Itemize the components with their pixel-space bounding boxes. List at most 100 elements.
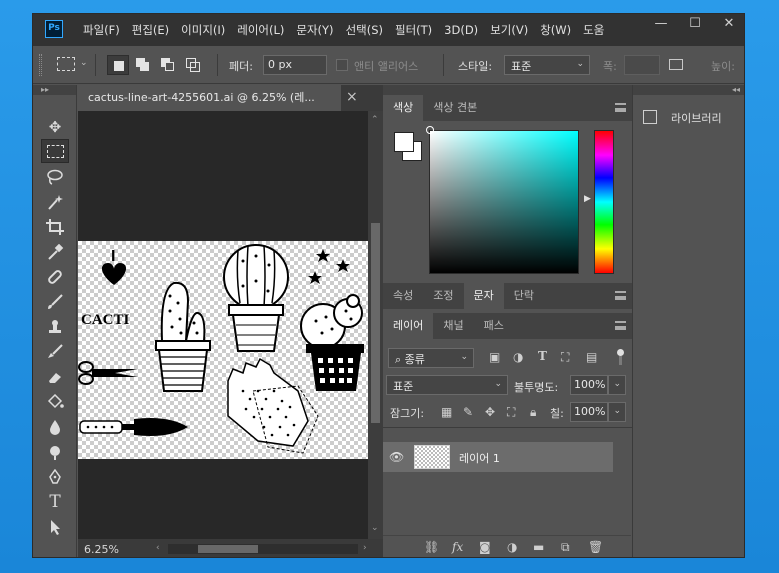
lock-position-icon[interactable]: ✥ — [485, 405, 495, 419]
libraries-button[interactable]: 라이브러리 — [633, 103, 744, 131]
menu-type[interactable]: 문자(Y) — [290, 14, 339, 46]
panel-menu-icon[interactable] — [615, 321, 626, 330]
filter-toggle-switch[interactable] — [616, 349, 624, 365]
dock-collapse-button[interactable]: ◂◂ — [633, 85, 744, 95]
options-bar-grip[interactable] — [39, 54, 42, 76]
foreground-color-swatch[interactable] — [394, 132, 414, 152]
new-group-folder-icon[interactable]: ▬ — [533, 540, 544, 554]
tab-color[interactable]: 색상 — [383, 95, 424, 121]
color-picker-field[interactable] — [429, 130, 579, 274]
tab-channels[interactable]: 채널 — [433, 313, 473, 339]
history-brush-tool-icon[interactable] — [41, 340, 69, 364]
menu-window[interactable]: 창(W) — [534, 14, 577, 46]
crop-tool-icon[interactable] — [41, 215, 69, 239]
filter-smart-objects-icon[interactable]: ▤ — [586, 350, 597, 364]
width-input[interactable] — [624, 55, 660, 75]
tab-swatches[interactable]: 색상 견본 — [423, 95, 487, 121]
close-button[interactable]: ✕ — [712, 14, 744, 36]
intersect-selection-button[interactable] — [182, 55, 204, 75]
style-select[interactable]: 표준 ⌄ — [504, 55, 590, 75]
opacity-input[interactable]: 100% — [570, 375, 608, 395]
pen-tool-icon[interactable] — [41, 465, 69, 489]
lock-artboard-icon[interactable]: ⛶ — [507, 405, 515, 420]
lock-all-icon[interactable]: 🔒︎ — [530, 405, 536, 420]
blend-mode-select[interactable]: 표준 ⌄ — [386, 375, 508, 395]
brush-tool-icon[interactable] — [41, 290, 69, 314]
dodge-tool-icon[interactable] — [41, 440, 69, 464]
hue-slider-marker-icon[interactable]: ▶ — [584, 194, 591, 204]
add-selection-button[interactable] — [132, 55, 154, 75]
tab-paragraph[interactable]: 단락 — [504, 283, 544, 309]
filter-shape-layers-icon[interactable]: ⛶ — [561, 350, 569, 365]
document-tab[interactable]: cactus-line-art-4255601.ai @ 6.25% (레... — [78, 85, 341, 111]
horizontal-scrollbar[interactable] — [168, 544, 358, 554]
scroll-right-icon[interactable]: › — [363, 543, 367, 553]
horizontal-scroll-thumb[interactable] — [198, 545, 258, 553]
fill-input[interactable]: 100% — [570, 402, 608, 422]
link-layers-icon[interactable]: ⛓ — [424, 540, 439, 554]
menu-3d[interactable]: 3D(D) — [438, 14, 484, 46]
zoom-level[interactable]: 6.25% — [84, 543, 119, 556]
scroll-up-icon[interactable]: ⌃ — [371, 115, 379, 125]
close-tab-icon[interactable]: × — [346, 85, 358, 109]
filter-type-layers-icon[interactable]: T — [538, 349, 547, 363]
layer-thumbnail[interactable] — [414, 445, 450, 469]
tab-character[interactable]: 문자 — [463, 283, 504, 309]
scroll-down-icon[interactable]: ⌄ — [371, 523, 379, 533]
color-picker-cursor[interactable] — [426, 126, 434, 134]
lock-transparent-pixels-icon[interactable]: ▦ — [441, 405, 452, 419]
subtract-selection-button[interactable] — [157, 55, 179, 75]
canvas-pasteboard[interactable]: I CACTI — [78, 111, 368, 541]
tab-adjustments[interactable]: 조정 — [423, 283, 463, 309]
menu-filter[interactable]: 필터(T) — [389, 14, 438, 46]
feather-input[interactable]: 0 px — [263, 55, 327, 75]
vertical-scroll-thumb[interactable] — [371, 223, 380, 423]
minimize-button[interactable]: — — [644, 14, 678, 36]
hue-slider[interactable] — [594, 130, 614, 274]
move-tool-icon[interactable]: ✥ — [41, 115, 69, 139]
artboard-canvas[interactable]: I CACTI — [78, 241, 368, 459]
blur-tool-icon[interactable] — [41, 415, 69, 439]
layer-style-fx-icon[interactable]: fx — [452, 540, 463, 554]
type-tool-icon[interactable]: T — [41, 490, 69, 514]
path-selection-tool-icon[interactable] — [41, 515, 69, 539]
eraser-tool-icon[interactable] — [41, 365, 69, 389]
visibility-eye-icon[interactable]: 👁︎ — [389, 450, 404, 464]
tab-paths[interactable]: 패스 — [474, 313, 514, 339]
swap-width-height-icon[interactable] — [669, 59, 683, 70]
menu-view[interactable]: 보기(V) — [484, 14, 534, 46]
menu-edit[interactable]: 편집(E) — [126, 14, 175, 46]
tab-properties[interactable]: 속성 — [383, 283, 423, 309]
add-mask-icon[interactable]: ◙ — [479, 540, 491, 554]
healing-brush-tool-icon[interactable] — [41, 265, 69, 289]
layer-name[interactable]: 레이어 1 — [459, 450, 500, 466]
marquee-preset-icon[interactable] — [57, 57, 75, 71]
panel-menu-icon[interactable] — [615, 103, 626, 112]
preset-caret-icon[interactable]: ⌄ — [80, 58, 88, 68]
lasso-tool-icon[interactable] — [41, 165, 69, 189]
paint-bucket-tool-icon[interactable] — [41, 390, 69, 414]
menu-help[interactable]: 도움 — [577, 14, 610, 46]
panel-menu-icon[interactable] — [615, 291, 626, 300]
eyedropper-tool-icon[interactable] — [41, 240, 69, 264]
tab-layers[interactable]: 레이어 — [383, 313, 434, 339]
filter-adjustment-layers-icon[interactable]: ◑ — [513, 350, 523, 364]
menu-image[interactable]: 이미지(I) — [175, 14, 231, 46]
antialias-checkbox[interactable] — [336, 59, 348, 71]
menu-file[interactable]: 파일(F) — [77, 14, 126, 46]
new-layer-icon[interactable]: ⧉ — [561, 540, 570, 555]
layer-row[interactable]: 👁︎ 레이어 1 — [383, 442, 613, 472]
marquee-tool-icon[interactable] — [41, 139, 69, 163]
maximize-button[interactable]: ☐ — [678, 14, 712, 36]
toolbar-collapse-button[interactable]: ▸▸ — [33, 85, 76, 95]
fill-dropdown[interactable]: ⌄ — [608, 402, 626, 422]
vertical-scrollbar[interactable]: ⌃ ⌄ — [368, 111, 383, 541]
filter-pixel-layers-icon[interactable]: ▣ — [489, 350, 500, 364]
scroll-left-icon[interactable]: ‹ — [156, 543, 160, 553]
lock-image-pixels-icon[interactable]: ✎ — [463, 405, 473, 419]
magic-wand-tool-icon[interactable] — [41, 190, 69, 214]
new-selection-button[interactable] — [107, 55, 129, 75]
new-adjustment-layer-icon[interactable]: ◑ — [507, 540, 517, 554]
menu-layer[interactable]: 레이어(L) — [231, 14, 290, 46]
panel-dock-header[interactable] — [383, 85, 632, 95]
